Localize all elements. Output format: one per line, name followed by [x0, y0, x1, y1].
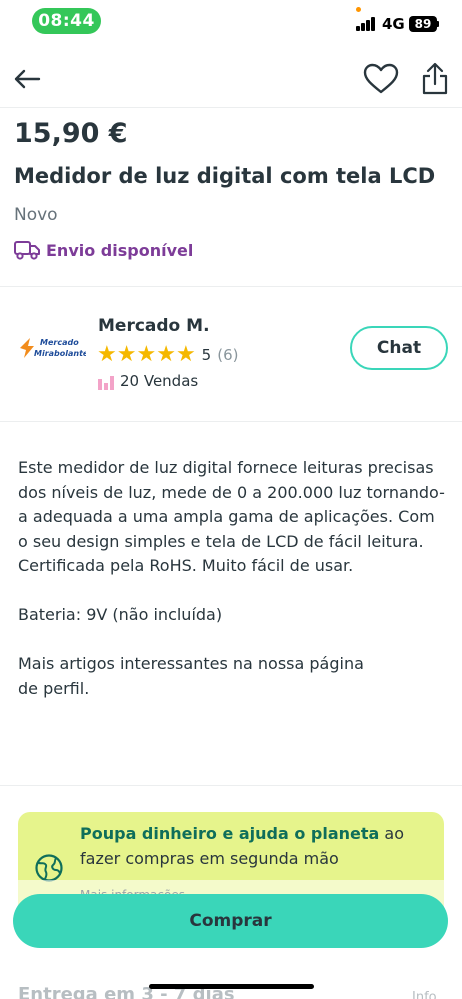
heart-icon	[363, 63, 399, 94]
promo-text: Poupa dinheiro e ajuda o planeta ao faze…	[80, 821, 430, 871]
star-icon: ★	[175, 342, 196, 367]
star-icon: ★	[136, 342, 157, 367]
star-icon: ★	[116, 342, 137, 367]
shipping-label: Envio disponível	[46, 240, 194, 260]
rating-value: 5	[201, 346, 212, 364]
shipping-info: Envio disponível	[14, 240, 193, 260]
promo-bold-text: Poupa dinheiro e ajuda o planeta	[80, 824, 380, 843]
home-indicator[interactable]	[149, 984, 314, 989]
arrow-left-icon	[14, 69, 41, 89]
delivery-info-link[interactable]: Info	[412, 990, 437, 999]
seller-logo-graphic: Mercado Mirabolante	[20, 338, 89, 358]
buy-button[interactable]: Comprar	[13, 894, 448, 948]
sales-count: 20 Vendas	[120, 372, 199, 390]
battery-tip	[437, 21, 439, 27]
product-price: 15,90 €	[14, 118, 128, 149]
seller-name[interactable]: Mercado M.	[98, 316, 210, 336]
review-count: (6)	[217, 346, 239, 364]
share-icon	[422, 62, 448, 95]
product-description: Este medidor de luz digital fornece leit…	[18, 458, 445, 698]
seller-logo-line1: Mercado	[40, 338, 79, 347]
truck-icon	[14, 241, 40, 260]
divider	[0, 785, 462, 786]
star-icon: ★	[156, 342, 176, 367]
product-condition: Novo	[14, 205, 58, 225]
cellular-signal-icon	[356, 17, 376, 31]
top-nav-bar	[0, 52, 462, 108]
seller-logo[interactable]: Mercado Mirabolante	[16, 328, 89, 368]
seller-logo-line2: Mirabolante	[34, 349, 86, 358]
status-bar: 08:44 4G 89	[0, 0, 462, 44]
network-type: 4G	[382, 15, 405, 33]
divider	[0, 286, 462, 287]
favorite-button[interactable]	[362, 61, 400, 97]
status-time: 08:44	[32, 8, 101, 34]
battery-icon: 89	[409, 16, 437, 32]
bar-chart-icon	[98, 376, 114, 390]
seller-sales: 20 Vendas	[98, 372, 198, 390]
privacy-indicator-dot	[356, 7, 361, 12]
back-button[interactable]	[10, 62, 44, 96]
chat-button[interactable]: Chat	[350, 326, 448, 370]
star-icon: ★	[97, 342, 117, 367]
product-title: Medidor de luz digital com tela LCD	[14, 164, 436, 188]
divider	[0, 421, 462, 422]
seller-rating[interactable]: ★ ★ ★ ★ ★ 5 (6)	[97, 344, 238, 366]
share-button[interactable]	[419, 60, 451, 98]
